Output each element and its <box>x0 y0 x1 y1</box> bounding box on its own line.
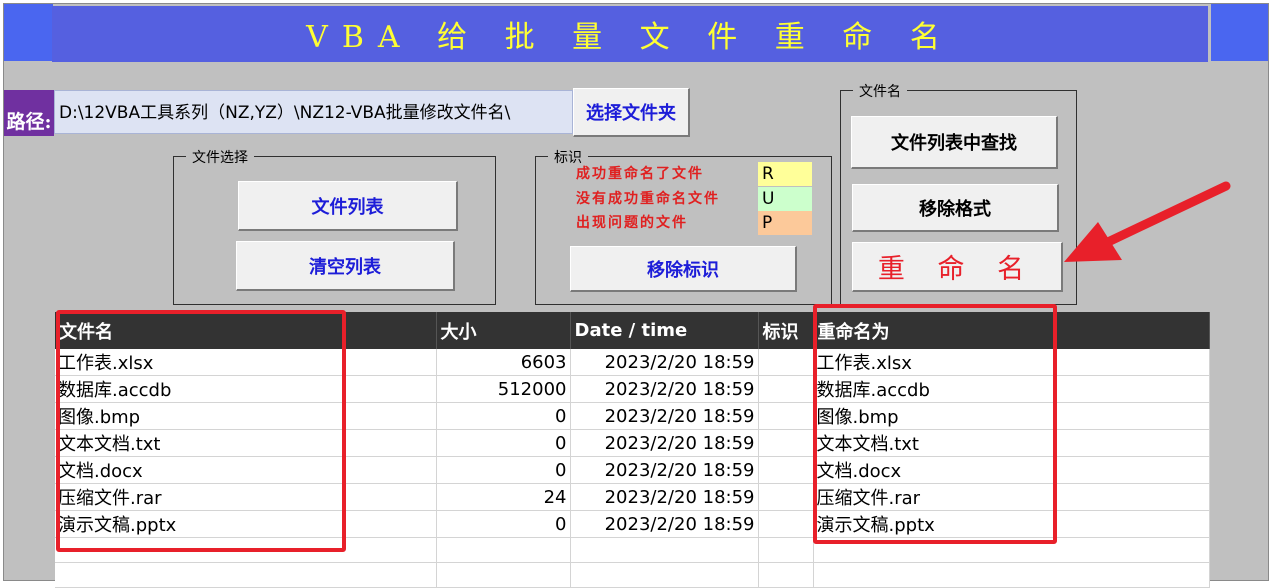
cell-size[interactable]: 512000 <box>436 375 571 403</box>
legend-renamed-flag: R <box>758 162 812 186</box>
title-bar-left-edge <box>4 4 53 61</box>
legend-renamed-label: 成功重命名了文件 <box>576 166 704 182</box>
cell-datetime[interactable] <box>570 537 759 563</box>
legend-problem-flag: P <box>758 211 812 235</box>
cell-datetime[interactable]: 2023/2/20 18:59 <box>570 456 759 484</box>
header-mark[interactable]: 标识 <box>758 312 814 349</box>
highlight-rename-column <box>813 304 1057 544</box>
path-label-text: 路径: <box>6 111 52 133</box>
page-title: VBA 给 批 量 文 件 重 命 名 <box>306 20 954 55</box>
cell-datetime[interactable]: 2023/2/20 18:59 <box>570 483 759 511</box>
cell-size[interactable]: 24 <box>436 483 571 511</box>
path-label: 路径: <box>4 90 54 136</box>
rename-button[interactable]: 重 命 名 <box>852 242 1063 292</box>
header-size[interactable]: 大小 <box>436 312 571 349</box>
remove-format-button[interactable]: 移除格式 <box>852 184 1059 232</box>
cell-size[interactable] <box>436 537 571 563</box>
cell-mark[interactable] <box>758 429 814 457</box>
cell-mark[interactable] <box>758 510 814 538</box>
legend-not-renamed-label: 没有成功重命名文件 <box>576 191 720 207</box>
cell-size[interactable]: 6603 <box>436 349 571 376</box>
filename-group-title: 文件名 <box>853 81 907 101</box>
select-folder-button[interactable]: 选择文件夹 <box>573 88 690 137</box>
cell-mark[interactable] <box>758 349 814 376</box>
cell-mark[interactable] <box>758 537 814 563</box>
cell-datetime[interactable]: 2023/2/20 18:59 <box>570 402 759 430</box>
cell-size[interactable]: 0 <box>436 429 571 457</box>
cell-mark[interactable] <box>758 375 814 403</box>
cell-datetime[interactable]: 2023/2/20 18:59 <box>570 375 759 403</box>
title-bar: VBA 给 批 量 文 件 重 命 名 <box>52 6 1208 62</box>
title-bar-right-edge <box>1211 4 1268 61</box>
cell-mark[interactable] <box>758 402 814 430</box>
remove-marks-button[interactable]: 移除标识 <box>570 246 797 292</box>
find-in-list-button[interactable]: 文件列表中查找 <box>851 116 1058 169</box>
red-arrow-icon <box>1064 181 1231 262</box>
header-datetime[interactable]: Date / time <box>570 312 759 349</box>
cell-size[interactable]: 0 <box>436 510 571 538</box>
legend-problem-label: 出现问题的文件 <box>576 215 688 231</box>
highlight-filename-column <box>56 310 346 552</box>
cell-size[interactable]: 0 <box>436 402 571 430</box>
cell-mark[interactable] <box>758 483 814 511</box>
cell-datetime[interactable]: 2023/2/20 18:59 <box>570 429 759 457</box>
cell-mark[interactable] <box>758 456 814 484</box>
legend-not-renamed-flag: U <box>758 187 812 211</box>
file-list-button[interactable]: 文件列表 <box>238 181 458 231</box>
path-input[interactable]: D:\12VBA工具系列（NZ,YZ）\NZ12-VBA批量修改文件名\ <box>54 90 573 134</box>
cell-datetime[interactable]: 2023/2/20 18:59 <box>570 510 759 538</box>
clear-list-button[interactable]: 清空列表 <box>236 241 455 291</box>
file-select-group-title: 文件选择 <box>186 147 254 167</box>
cell-size[interactable]: 0 <box>436 456 571 484</box>
cell-datetime[interactable]: 2023/2/20 18:59 <box>570 349 759 376</box>
